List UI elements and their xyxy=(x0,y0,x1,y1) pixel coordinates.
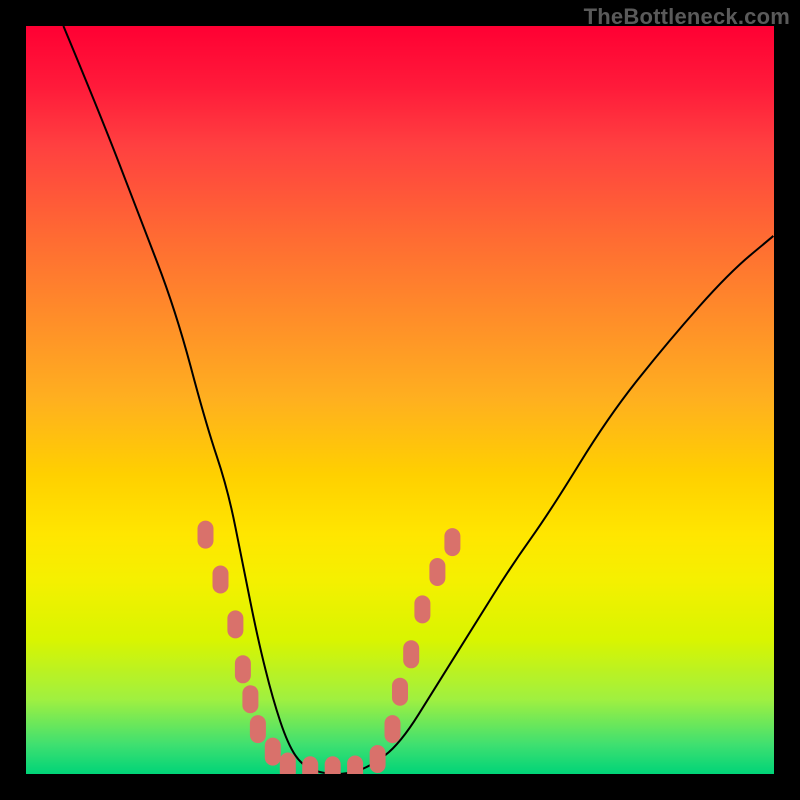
curve-marker xyxy=(444,528,460,556)
curve-marker xyxy=(370,745,386,773)
curve-marker xyxy=(325,756,341,774)
curve-marker xyxy=(403,640,419,668)
curve-layer xyxy=(26,26,774,774)
curve-marker xyxy=(265,738,281,766)
curve-marker xyxy=(429,558,445,586)
curve-marker xyxy=(347,756,363,775)
curve-marker xyxy=(280,753,296,775)
curve-marker xyxy=(198,521,214,549)
curve-marker xyxy=(302,756,318,774)
curve-marker xyxy=(227,610,243,638)
chart-stage: TheBottleneck.com xyxy=(0,0,800,800)
curve-marker xyxy=(235,655,251,683)
curve-marker xyxy=(385,715,401,743)
plot-area xyxy=(26,26,774,774)
curve-marker xyxy=(392,678,408,706)
curve-marker xyxy=(414,595,430,623)
curve-marker xyxy=(213,566,229,594)
curve-marker xyxy=(242,685,258,713)
curve-marker xyxy=(250,715,266,743)
watermark-text: TheBottleneck.com xyxy=(584,4,790,30)
